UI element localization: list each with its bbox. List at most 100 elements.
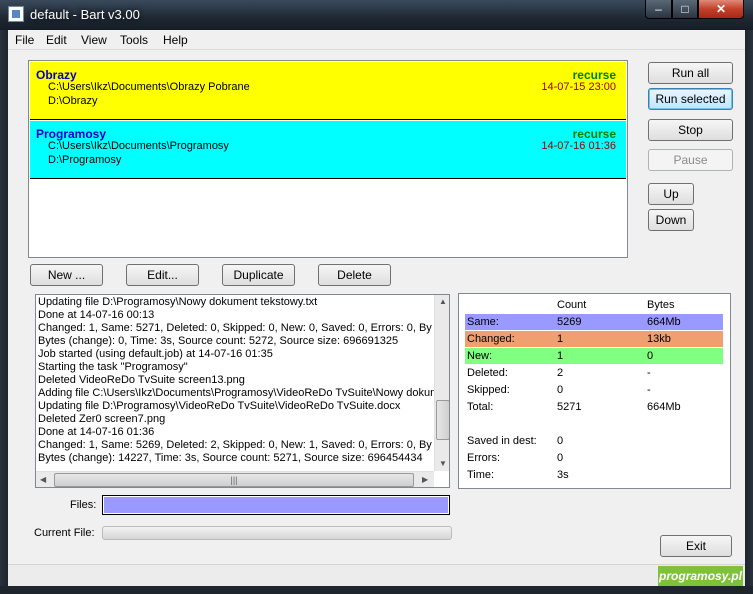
- menu-file[interactable]: File: [15, 33, 34, 47]
- job-last-run-date: 14-07-16 01:36: [541, 140, 616, 152]
- stats-panel: Count Bytes Same: 5269 664Mb Changed: 1 13kb N…: [458, 293, 731, 489]
- duplicate-job-button[interactable]: Duplicate: [222, 264, 295, 286]
- log-line: Job started (using default.job) at 14-07…: [38, 348, 273, 360]
- watermark-badge: programosy.pl: [658, 566, 743, 586]
- files-progress-fill: [104, 497, 448, 513]
- stat-count: 5269: [557, 316, 582, 328]
- log-line: Done at 14-07-16 01:36: [38, 426, 155, 438]
- stat-bytes: 0: [647, 350, 654, 362]
- scroll-left-arrow-icon[interactable]: ◀: [40, 475, 46, 484]
- menu-help[interactable]: Help: [163, 33, 188, 47]
- status-bar: [8, 564, 745, 586]
- job-item-obrazy[interactable]: Obrazy recurse C:\Users\Ikz\Documents\Ob…: [30, 62, 626, 120]
- minimize-button[interactable]: –: [645, 0, 672, 19]
- job-mode: recurse: [572, 127, 616, 141]
- stat-count: 5271: [557, 401, 582, 413]
- stat-count: 0: [557, 384, 564, 396]
- window-frame-right: [745, 30, 753, 594]
- job-list[interactable]: Obrazy recurse C:\Users\Ikz\Documents\Ob…: [28, 60, 628, 258]
- pause-button[interactable]: Pause: [648, 149, 733, 171]
- edit-job-button[interactable]: Edit...: [126, 264, 199, 286]
- log-line: Bytes (change): 0, Time: 3s, Source coun…: [38, 335, 399, 347]
- stats-row-new: New: 1 0: [465, 348, 723, 364]
- window-title: default - Bart v3.00: [30, 7, 140, 22]
- maximize-button[interactable]: □: [672, 0, 698, 19]
- window-frame-bottom: [0, 586, 753, 594]
- log-lines: Updating file D:\Programosy\Nowy dokumen…: [38, 296, 434, 470]
- log-vertical-thumb[interactable]: [436, 400, 449, 440]
- stat-bytes: 664Mb: [647, 316, 681, 328]
- current-file-progress-label: Current File:: [34, 527, 95, 539]
- scroll-right-arrow-icon[interactable]: ▶: [422, 475, 428, 484]
- log-line: Updating file D:\Programosy\VideoReDo Tv…: [38, 400, 401, 412]
- log-line: Updating file D:\Programosy\Nowy dokumen…: [38, 296, 318, 308]
- menu-view[interactable]: View: [81, 33, 107, 47]
- current-file-progress-bar: [102, 526, 452, 540]
- stat-label: Changed:: [467, 333, 515, 345]
- job-dest-path: D:\Obrazy: [48, 95, 98, 107]
- stat-bytes: -: [647, 367, 651, 379]
- job-mode: recurse: [572, 68, 616, 82]
- log-panel[interactable]: Updating file D:\Programosy\Nowy dokumen…: [35, 294, 450, 488]
- stat-count: 2: [557, 367, 564, 379]
- stat-label: Same:: [467, 316, 499, 328]
- stats-row-skipped: Skipped: 0 -: [465, 382, 723, 398]
- log-line: Adding file C:\Users\Ikz\Documents\Progr…: [38, 387, 434, 399]
- saved-label: Saved in dest:: [467, 435, 537, 447]
- job-last-run-date: 14-07-15 23:00: [541, 81, 616, 93]
- job-source-path: C:\Users\Ikz\Documents\Obrazy Pobrane: [48, 81, 250, 93]
- stats-saved-row: Saved in dest: 0: [465, 433, 723, 449]
- move-down-button[interactable]: Down: [648, 209, 694, 231]
- delete-job-button[interactable]: Delete: [318, 264, 391, 286]
- run-selected-button[interactable]: Run selected: [648, 88, 733, 110]
- errors-value: 0: [557, 452, 564, 464]
- stats-row-changed: Changed: 1 13kb: [465, 331, 723, 347]
- title-bar[interactable]: default - Bart v3.00 – □ ✕: [0, 0, 753, 30]
- log-line: Changed: 1, Same: 5271, Deleted: 0, Skip…: [38, 322, 432, 334]
- files-progress-label: Files:: [70, 499, 97, 511]
- window-frame-left: [0, 30, 8, 594]
- menu-tools[interactable]: Tools: [120, 33, 148, 47]
- log-line: Done at 14-07-16 00:13: [38, 309, 155, 321]
- log-line: Bytes (change): 14227, Time: 3s, Source …: [38, 452, 423, 464]
- close-button[interactable]: ✕: [698, 0, 744, 19]
- job-name: Obrazy: [36, 68, 77, 82]
- move-up-button[interactable]: Up: [648, 183, 694, 205]
- job-item-programosy[interactable]: Programosy recurse C:\Users\Ikz\Document…: [30, 121, 626, 179]
- menu-bar: File Edit View Tools Help: [8, 30, 745, 50]
- exit-button[interactable]: Exit: [660, 535, 732, 557]
- menu-edit[interactable]: Edit: [46, 33, 67, 47]
- stat-label: Total:: [467, 401, 494, 413]
- stats-row-same: Same: 5269 664Mb: [465, 314, 723, 330]
- stats-count-header: Count: [557, 299, 587, 311]
- errors-label: Errors:: [467, 452, 500, 464]
- stat-count: 1: [557, 350, 564, 362]
- log-horizontal-thumb[interactable]: |||: [54, 473, 414, 487]
- stat-bytes: -: [647, 384, 651, 396]
- stat-count: 1: [557, 333, 564, 345]
- stats-header: Count Bytes: [465, 297, 723, 313]
- app-icon: [8, 6, 24, 22]
- run-all-button[interactable]: Run all: [648, 62, 733, 84]
- stat-bytes: 664Mb: [647, 401, 681, 413]
- log-horizontal-scrollbar[interactable]: ◀ ||| ▶: [36, 471, 434, 487]
- log-line: Deleted VideoReDo TvSuite screen13.png: [38, 374, 245, 386]
- scroll-up-arrow-icon[interactable]: ▲: [439, 297, 447, 306]
- stat-bytes: 13kb: [647, 333, 671, 345]
- stats-row-total: Total: 5271 664Mb: [465, 399, 723, 415]
- new-job-button[interactable]: New ...: [30, 264, 103, 286]
- saved-value: 0: [557, 435, 564, 447]
- log-vertical-scrollbar[interactable]: ▲ ▼: [434, 295, 449, 471]
- stats-bytes-header: Bytes: [647, 299, 675, 311]
- job-source-path: C:\Users\Ikz\Documents\Programosy: [48, 140, 229, 152]
- log-line: Deleted Zer0 screen7.png: [38, 413, 166, 425]
- stats-errors-row: Errors: 0: [465, 450, 723, 466]
- stats-row-deleted: Deleted: 2 -: [465, 365, 723, 381]
- log-line: Changed: 1, Same: 5269, Deleted: 2, Skip…: [38, 439, 432, 451]
- stop-button[interactable]: Stop: [648, 119, 733, 141]
- stat-label: New:: [467, 350, 493, 362]
- time-value: 3s: [557, 469, 569, 481]
- job-name: Programosy: [36, 127, 107, 141]
- log-line: Starting the task "Programosy": [38, 361, 188, 373]
- scroll-down-arrow-icon[interactable]: ▼: [439, 459, 447, 468]
